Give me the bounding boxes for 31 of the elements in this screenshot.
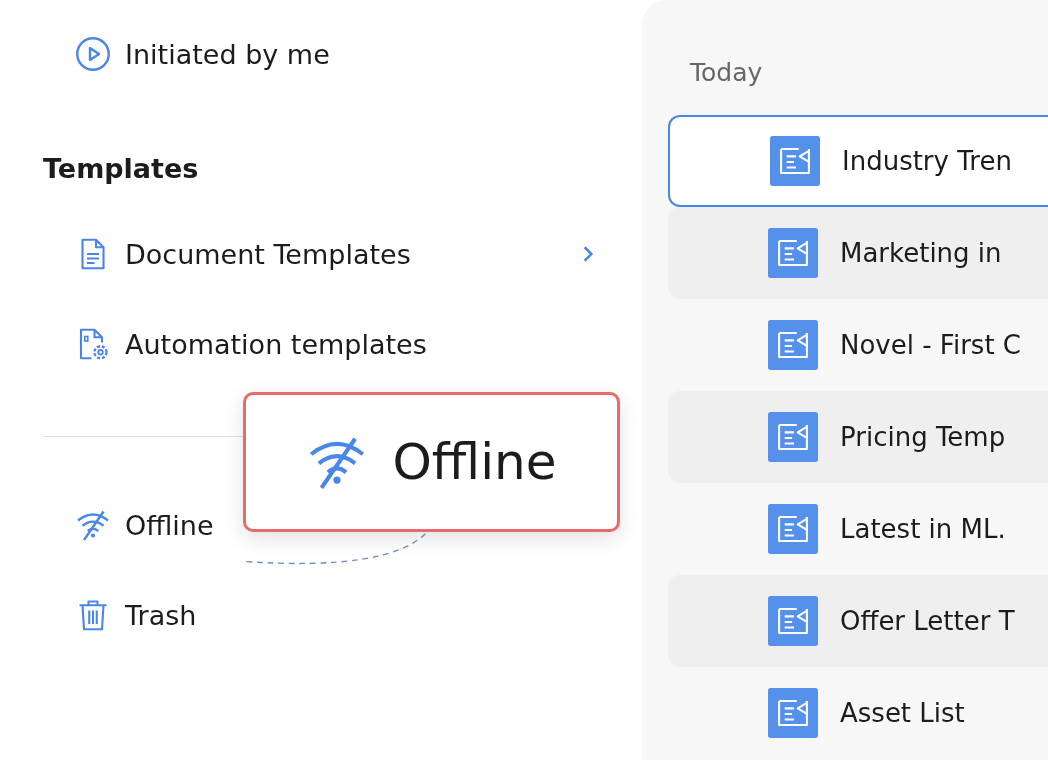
- document-row[interactable]: Latest in ML.: [668, 483, 1048, 575]
- sidebar-item[interactable]: Automation templates: [75, 320, 595, 368]
- document-icon: [768, 596, 818, 646]
- section-heading: Templates: [43, 153, 200, 184]
- document-row[interactable]: Novel - First C: [668, 299, 1048, 391]
- document-icon: [768, 412, 818, 462]
- group-label: Today: [690, 58, 764, 87]
- document-icon: [768, 228, 818, 278]
- document-icon: [768, 504, 818, 554]
- document-row[interactable]: Industry Tren: [668, 115, 1048, 207]
- document-title: Pricing Temp: [840, 422, 1006, 452]
- document-row[interactable]: Pricing Temp: [668, 391, 1048, 483]
- document-title: Novel - First C: [840, 330, 1021, 360]
- sidebar-item[interactable]: Initiated by me: [75, 30, 330, 78]
- document-title: Offer Letter T: [840, 606, 1015, 636]
- document-title: Asset List: [840, 698, 965, 728]
- document-title: Marketing in: [840, 238, 1002, 268]
- document-row[interactable]: Asset List: [668, 667, 1048, 759]
- document-icon: [768, 320, 818, 370]
- sidebar-item[interactable]: Trash: [75, 591, 197, 639]
- document-icon: [770, 136, 820, 186]
- sidebar-item[interactable]: Document Templates: [75, 230, 595, 278]
- document-title: Industry Tren: [842, 146, 1012, 176]
- offline-callout: Offline: [243, 392, 620, 532]
- document-row[interactable]: Offer Letter T: [668, 575, 1048, 667]
- sidebar-item[interactable]: Offline: [75, 501, 214, 549]
- chevron-right-icon: [581, 245, 595, 263]
- document-row[interactable]: Marketing in: [668, 207, 1048, 299]
- play-circle-icon: [75, 36, 111, 72]
- document-title: Latest in ML.: [840, 514, 1006, 544]
- document-icon: [768, 688, 818, 738]
